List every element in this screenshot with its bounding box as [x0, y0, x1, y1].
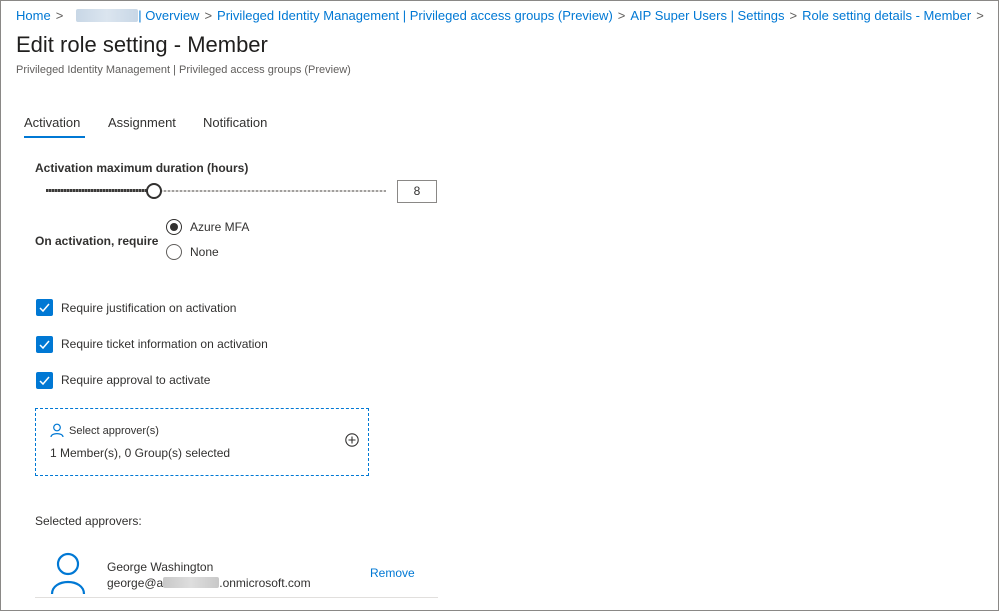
require-label: On activation, require — [35, 234, 159, 248]
checkmark-icon — [39, 376, 50, 386]
radio-azure-mfa[interactable] — [166, 219, 182, 235]
redacted-tenant-name — [76, 9, 139, 22]
select-approvers-picker[interactable] — [35, 408, 369, 476]
duration-slider-track[interactable] — [160, 190, 386, 192]
tab-active-indicator — [24, 136, 85, 138]
select-approvers-summary: 1 Member(s), 0 Group(s) selected — [50, 446, 231, 460]
duration-input[interactable]: 8 — [397, 180, 437, 203]
checkbox-require-justification[interactable] — [36, 299, 53, 316]
radio-azure-mfa-label[interactable]: Azure MFA — [190, 220, 249, 234]
redacted-domain — [163, 577, 220, 588]
page-title: Edit role setting - Member — [16, 32, 268, 57]
breadcrumb-separator: > — [789, 8, 798, 23]
page-subtitle: Privileged Identity Management | Privile… — [16, 64, 351, 76]
duration-label: Activation maximum duration (hours) — [35, 161, 249, 175]
checkbox-require-approval-label[interactable]: Require approval to activate — [61, 373, 210, 387]
duration-slider-filled[interactable] — [46, 189, 150, 192]
approver-email-prefix: george@a — [107, 576, 164, 590]
breadcrumb-separator: > — [204, 8, 213, 23]
duration-slider-thumb[interactable] — [146, 183, 162, 199]
tab-assignment[interactable]: Assignment — [108, 115, 176, 130]
tab-activation[interactable]: Activation — [24, 115, 80, 130]
breadcrumb-home[interactable]: Home — [16, 8, 51, 23]
plus-circle-icon[interactable] — [345, 433, 359, 447]
approver-divider — [35, 597, 438, 598]
selected-approvers-label: Selected approvers: — [35, 514, 142, 528]
checkbox-require-ticket-label[interactable]: Require ticket information on activation — [61, 337, 268, 351]
breadcrumb: Home > | Overview > Privileged Identity Mana… — [16, 8, 989, 23]
checkbox-require-justification-label[interactable]: Require justification on activation — [61, 301, 236, 315]
approver-name: George Washington — [107, 560, 214, 574]
tab-notification[interactable]: Notification — [203, 115, 267, 130]
radio-none[interactable] — [166, 244, 182, 260]
breadcrumb-group-settings[interactable]: AIP Super Users | Settings — [630, 8, 784, 23]
checkbox-require-ticket[interactable] — [36, 336, 53, 353]
person-avatar-icon — [50, 552, 86, 595]
breadcrumb-separator: > — [55, 8, 64, 23]
person-icon — [50, 423, 64, 438]
approver-email: george@a .onmicrosoft.com — [107, 576, 311, 590]
select-approvers-label[interactable]: Select approver(s) — [69, 425, 159, 437]
breadcrumb-separator: > — [976, 8, 984, 23]
breadcrumb-pim[interactable]: Privileged Identity Management | Privile… — [217, 8, 613, 23]
checkmark-icon — [39, 303, 50, 313]
breadcrumb-current[interactable]: Role setting details - Member — [802, 8, 971, 23]
checkmark-icon — [39, 340, 50, 350]
approver-email-suffix: .onmicrosoft.com — [219, 576, 311, 590]
radio-none-label[interactable]: None — [190, 245, 219, 259]
remove-approver-link[interactable]: Remove — [370, 566, 415, 580]
breadcrumb-separator: > — [617, 8, 626, 23]
breadcrumb-tenant-overview[interactable]: | Overview — [138, 8, 199, 23]
checkbox-require-approval[interactable] — [36, 372, 53, 389]
